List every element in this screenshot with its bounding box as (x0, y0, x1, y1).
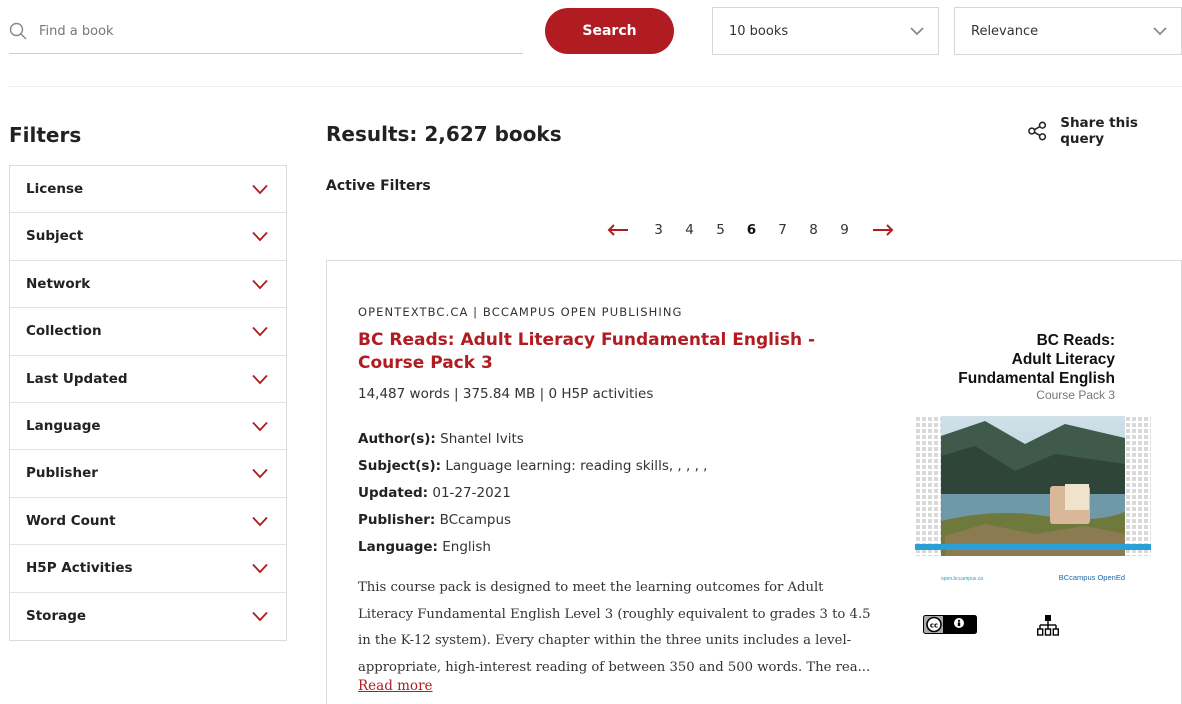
cover-footer-left: open.bccampus.ca (941, 576, 983, 582)
page-3[interactable]: 3 (643, 222, 674, 238)
cover-title-line3: Fundamental English (958, 370, 1115, 387)
book-network: OPENTEXTBC.CA | BCCAMPUS OPEN PUBLISHING (358, 305, 683, 319)
cc-by-license-icon[interactable]: cc (923, 615, 977, 634)
subjects-value: Language learning: reading skills, , , ,… (445, 458, 708, 474)
book-subjects: Subject(s): Language learning: reading s… (358, 458, 707, 474)
filter-label: Word Count (26, 512, 116, 529)
book-publisher: Publisher: BCcampus (358, 512, 511, 528)
results-title: Results: 2,627 books (326, 122, 562, 146)
chevron-down-icon (252, 279, 268, 290)
page-4[interactable]: 4 (674, 222, 705, 238)
search-input[interactable] (39, 18, 509, 44)
page-6-current[interactable]: 6 (736, 222, 767, 238)
publisher-value: BCcampus (439, 512, 512, 528)
chevron-down-icon (252, 516, 268, 527)
book-stats: 14,487 words | 375.84 MB | 0 H5P activit… (358, 386, 654, 402)
sort-select[interactable]: Relevance (954, 7, 1182, 55)
sitemap-icon[interactable] (1037, 615, 1059, 637)
search-icon (9, 22, 27, 40)
page-5[interactable]: 5 (705, 222, 736, 238)
cover-title: BC Reads: Adult Literacy Fundamental Eng… (958, 331, 1115, 388)
language-label: Language: (358, 539, 438, 555)
chevron-down-icon (910, 27, 924, 36)
search-button[interactable]: Search (545, 8, 674, 54)
share-query-button[interactable]: Share this query (1027, 115, 1182, 147)
share-icon (1028, 121, 1047, 141)
filter-collection[interactable]: Collection (10, 308, 286, 356)
book-cover[interactable]: BC Reads: Adult Literacy Fundamental Eng… (915, 331, 1151, 591)
chevron-down-icon (252, 374, 268, 384)
filter-label: Network (26, 275, 91, 292)
search-bar (9, 14, 523, 54)
book-authors: Author(s): Shantel Ivits (358, 431, 524, 447)
filter-storage[interactable]: Storage (10, 593, 286, 640)
filter-label: Language (26, 417, 101, 434)
book-language: Language: English (358, 539, 491, 555)
filter-language[interactable]: Language (10, 403, 286, 451)
filter-word-count[interactable]: Word Count (10, 498, 286, 546)
arrow-right-icon[interactable] (872, 223, 894, 237)
active-filters-label: Active Filters (326, 178, 431, 194)
filter-subject[interactable]: Subject (10, 213, 286, 261)
publisher-label: Publisher: (358, 512, 436, 528)
authors-value: Shantel Ivits (440, 431, 524, 447)
filter-network[interactable]: Network (10, 261, 286, 309)
book-updated: Updated: 01-27-2021 (358, 485, 511, 501)
filter-last-updated[interactable]: Last Updated (10, 356, 286, 403)
chevron-down-icon (252, 611, 268, 621)
chevron-down-icon (252, 421, 268, 432)
filter-publisher[interactable]: Publisher (10, 450, 286, 498)
per-page-select[interactable]: 10 books (712, 7, 939, 55)
cover-title-line2: Adult Literacy (1011, 351, 1115, 368)
filter-label: License (26, 181, 84, 197)
cover-title-line1: BC Reads: (1036, 332, 1115, 349)
filter-label: H5P Activities (26, 560, 133, 577)
chevron-down-icon (252, 564, 268, 574)
filter-h5p-activities[interactable]: H5P Activities (10, 545, 286, 593)
cover-footer-right: BCcampus OpenEd (1058, 573, 1125, 582)
svg-text:cc: cc (930, 622, 938, 630)
filters-title: Filters (9, 123, 82, 147)
chevron-down-icon (252, 469, 268, 479)
filter-label: Publisher (26, 465, 98, 482)
read-more-link[interactable]: Read more (358, 678, 433, 694)
page-7[interactable]: 7 (767, 222, 798, 238)
filter-label: Storage (26, 607, 87, 624)
filter-label: Last Updated (26, 370, 128, 387)
book-title-link[interactable]: BC Reads: Adult Literacy Fundamental Eng… (358, 329, 878, 375)
page-8[interactable]: 8 (798, 222, 829, 238)
per-page-value: 10 books (729, 24, 789, 39)
updated-value: 01-27-2021 (432, 485, 511, 501)
subjects-label: Subject(s): (358, 458, 442, 474)
cover-photo (915, 416, 1151, 556)
page-9[interactable]: 9 (829, 222, 860, 238)
cover-subtitle: Course Pack 3 (1036, 388, 1115, 402)
chevron-down-icon (252, 232, 268, 242)
divider (9, 86, 1182, 87)
pagination: 3 4 5 6 7 8 9 (607, 220, 894, 240)
filter-license[interactable]: License (10, 166, 286, 214)
filter-label: Collection (26, 323, 102, 340)
book-description: This course pack is designed to meet the… (358, 580, 871, 675)
filters-panel: License Subject Network Collection Last … (9, 165, 287, 641)
book-card: OPENTEXTBC.CA | BCCAMPUS OPEN PUBLISHING… (326, 260, 1182, 704)
updated-label: Updated: (358, 485, 429, 501)
chevron-down-icon (1153, 27, 1167, 36)
language-value: English (442, 539, 491, 555)
share-query-label: Share this query (1060, 115, 1138, 147)
chevron-down-icon (252, 327, 268, 337)
arrow-left-icon[interactable] (607, 223, 629, 237)
sort-value: Relevance (971, 24, 1039, 39)
chevron-down-icon (252, 184, 268, 195)
authors-label: Author(s): (358, 431, 436, 447)
filter-label: Subject (26, 228, 84, 245)
